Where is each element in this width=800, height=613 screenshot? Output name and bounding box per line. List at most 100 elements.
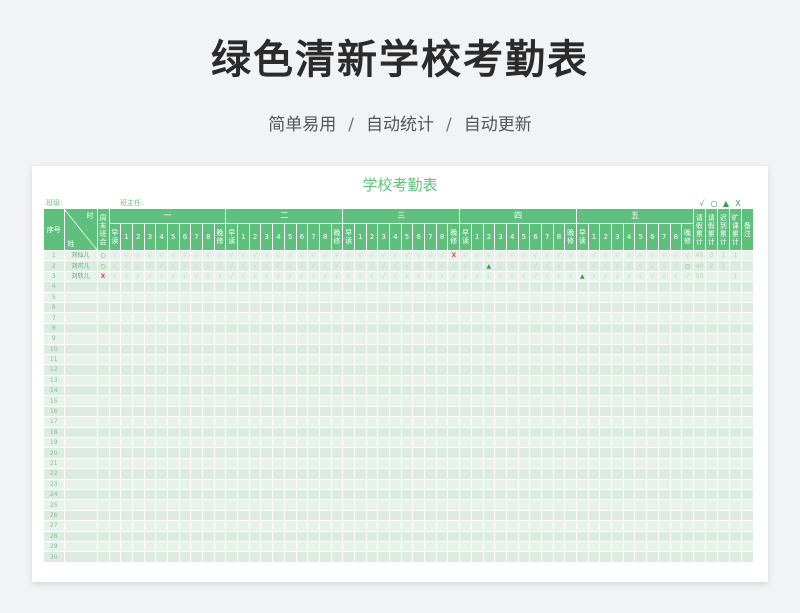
total-cell: 1: [729, 271, 742, 283]
attendance-cell: [646, 354, 659, 366]
attendance-cell: [599, 385, 613, 397]
attendance-cell: [553, 395, 566, 407]
total-cell: [693, 323, 706, 335]
attendance-cell: [272, 531, 285, 542]
attendance-cell: [179, 323, 192, 335]
attendance-cell: [518, 447, 531, 459]
total-cell: [705, 395, 718, 407]
attendance-cell: [611, 479, 624, 491]
attendance-cell: [284, 375, 297, 387]
attendance-cell: [389, 333, 402, 345]
attendance-cell: [225, 416, 239, 428]
attendance-cell: √: [342, 250, 355, 262]
weekend-meeting-cell: [97, 437, 110, 449]
attendance-cell: [225, 281, 239, 293]
legend-symbol: X: [735, 199, 741, 208]
attendance-cell: [167, 406, 180, 418]
header-period: 4: [389, 223, 402, 251]
attendance-cell: √: [366, 271, 379, 283]
attendance-cell: [202, 447, 215, 459]
attendance-cell: √: [611, 260, 624, 272]
row-number: 16: [44, 406, 65, 418]
attendance-cell: [424, 364, 437, 376]
attendance-cell: [377, 333, 390, 345]
attendance-cell: [401, 510, 414, 522]
header-period: 6: [529, 223, 542, 251]
total-cell: [705, 375, 718, 387]
attendance-cell: √: [424, 271, 437, 283]
attendance-cell: [272, 479, 285, 491]
attendance-cell: [366, 333, 379, 345]
attendance-cell: [249, 292, 262, 303]
attendance-cell: [319, 489, 332, 501]
attendance-cell: [553, 489, 566, 501]
attendance-cell: [471, 333, 484, 345]
attendance-cell: [331, 302, 344, 314]
attendance-cell: [120, 551, 133, 563]
table-row: 7: [44, 312, 754, 324]
attendance-cell: [483, 364, 496, 376]
attendance-cell: [202, 385, 215, 397]
attendance-cell: [342, 323, 355, 335]
attendance-cell: [284, 323, 297, 335]
attendance-cell: [494, 531, 507, 542]
header-period: 4: [155, 223, 168, 251]
total-cell: [717, 312, 730, 324]
attendance-cell: [459, 551, 472, 563]
attendance-cell: [296, 395, 309, 407]
attendance-cell: [553, 344, 566, 355]
total-cell: 1: [717, 250, 730, 262]
attendance-cell: √: [529, 260, 542, 272]
row-number: 21: [44, 458, 65, 470]
weekend-meeting-cell: [97, 499, 110, 511]
attendance-cell: [436, 354, 449, 366]
attendance-cell: [529, 437, 542, 449]
attendance-cell: [109, 499, 122, 511]
attendance-cell: [354, 292, 367, 303]
total-cell: [705, 479, 718, 491]
attendance-cell: [529, 302, 542, 314]
attendance-cell: [120, 468, 133, 480]
attendance-cell: [214, 323, 227, 335]
attendance-cell: [272, 292, 285, 303]
attendance-cell: [646, 395, 659, 407]
total-cell: [705, 458, 718, 470]
attendance-cell: [658, 281, 671, 293]
attendance-cell: [272, 354, 285, 366]
attendance-cell: [424, 427, 437, 439]
attendance-cell: [670, 520, 683, 532]
attendance-cell: √: [144, 271, 157, 283]
attendance-cell: [588, 312, 601, 324]
attendance-cell: [436, 416, 449, 428]
attendance-cell: [670, 323, 683, 335]
attendance-cell: [670, 458, 683, 470]
attendance-cell: [377, 458, 390, 470]
attendance-cell: [249, 531, 262, 542]
attendance-cell: √: [249, 260, 262, 272]
attendance-cell: [459, 281, 472, 293]
attendance-cell: [646, 281, 659, 293]
attendance-cell: [412, 406, 426, 418]
weekend-meeting-cell: [97, 406, 110, 418]
attendance-cell: [541, 302, 554, 314]
attendance-cell: [132, 551, 145, 563]
attendance-cell: [646, 416, 659, 428]
total-cell: [705, 333, 718, 345]
total-cell: [693, 406, 706, 418]
attendance-cell: [307, 416, 320, 428]
attendance-cell: [447, 333, 461, 345]
attendance-cell: [284, 364, 297, 376]
attendance-cell: [518, 499, 531, 511]
attendance-cell: [576, 333, 589, 345]
attendance-cell: [366, 427, 379, 439]
attendance-cell: [576, 458, 589, 470]
attendance-cell: [634, 281, 648, 293]
attendance-cell: [389, 375, 402, 387]
attendance-cell: [167, 479, 180, 491]
attendance-cell: [623, 479, 636, 491]
attendance-cell: [576, 281, 589, 293]
attendance-cell: [576, 427, 589, 439]
attendance-cell: [588, 281, 601, 293]
corner-label-bottom: 姓: [67, 239, 75, 248]
attendance-cell: [412, 551, 426, 563]
